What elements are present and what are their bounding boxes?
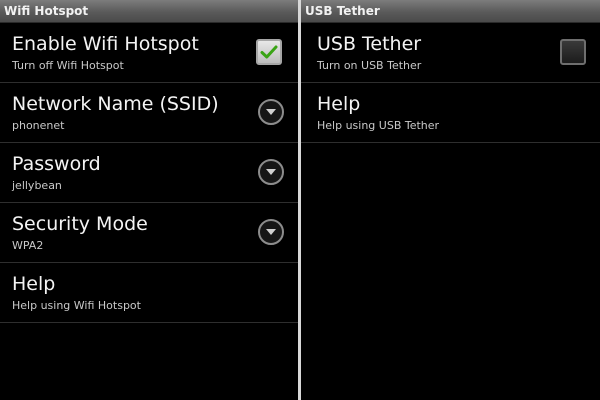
- screen-title: USB Tether: [301, 0, 600, 23]
- pref-summary: Help using Wifi Hotspot: [12, 299, 141, 312]
- screen-title: Wifi Hotspot: [0, 0, 298, 23]
- screens: Wifi Hotspot Enable Wifi Hotspot Turn of…: [0, 0, 600, 400]
- pref-password[interactable]: Password jellybean: [0, 143, 298, 203]
- pref-summary: WPA2: [12, 239, 44, 252]
- network-name-dropdown[interactable]: [258, 99, 284, 125]
- pref-title: Enable Wifi Hotspot: [12, 33, 199, 55]
- pref-title: Help: [12, 273, 56, 295]
- pref-summary: Help using USB Tether: [317, 119, 440, 132]
- pref-title: Network Name (SSID): [12, 93, 219, 115]
- password-dropdown[interactable]: [258, 159, 284, 185]
- pref-title: Password: [12, 153, 101, 175]
- security-mode-dropdown[interactable]: [258, 219, 284, 245]
- chevron-down-icon: [266, 229, 276, 235]
- enable-hotspot-checkbox[interactable]: [256, 39, 282, 65]
- pref-help-wifi[interactable]: Help Help using Wifi Hotspot: [0, 263, 298, 323]
- pref-security-mode[interactable]: Security Mode WPA2: [0, 203, 298, 263]
- wifi-hotspot-screen: Wifi Hotspot Enable Wifi Hotspot Turn of…: [0, 0, 298, 400]
- pref-title: USB Tether: [317, 33, 422, 55]
- pref-summary: Turn off Wifi Hotspot: [12, 59, 124, 72]
- pref-title: Help: [317, 93, 361, 115]
- pref-summary: jellybean: [12, 179, 62, 192]
- pref-title: Security Mode: [12, 213, 148, 235]
- chevron-down-icon: [266, 109, 276, 115]
- checkmark-icon: [260, 45, 278, 59]
- pref-usb-tether[interactable]: USB Tether Turn on USB Tether: [301, 23, 600, 83]
- pref-network-name[interactable]: Network Name (SSID) phonenet: [0, 83, 298, 143]
- preference-list: USB Tether Turn on USB Tether Help Help …: [301, 23, 600, 143]
- pref-summary: Turn on USB Tether: [317, 59, 422, 72]
- chevron-down-icon: [266, 169, 276, 175]
- pref-summary: phonenet: [12, 119, 65, 132]
- pref-help-usb[interactable]: Help Help using USB Tether: [301, 83, 600, 143]
- pref-enable-wifi-hotspot[interactable]: Enable Wifi Hotspot Turn off Wifi Hotspo…: [0, 23, 298, 83]
- preference-list: Enable Wifi Hotspot Turn off Wifi Hotspo…: [0, 23, 298, 323]
- usb-tether-checkbox[interactable]: [560, 39, 586, 65]
- usb-tether-screen: USB Tether USB Tether Turn on USB Tether…: [301, 0, 600, 400]
